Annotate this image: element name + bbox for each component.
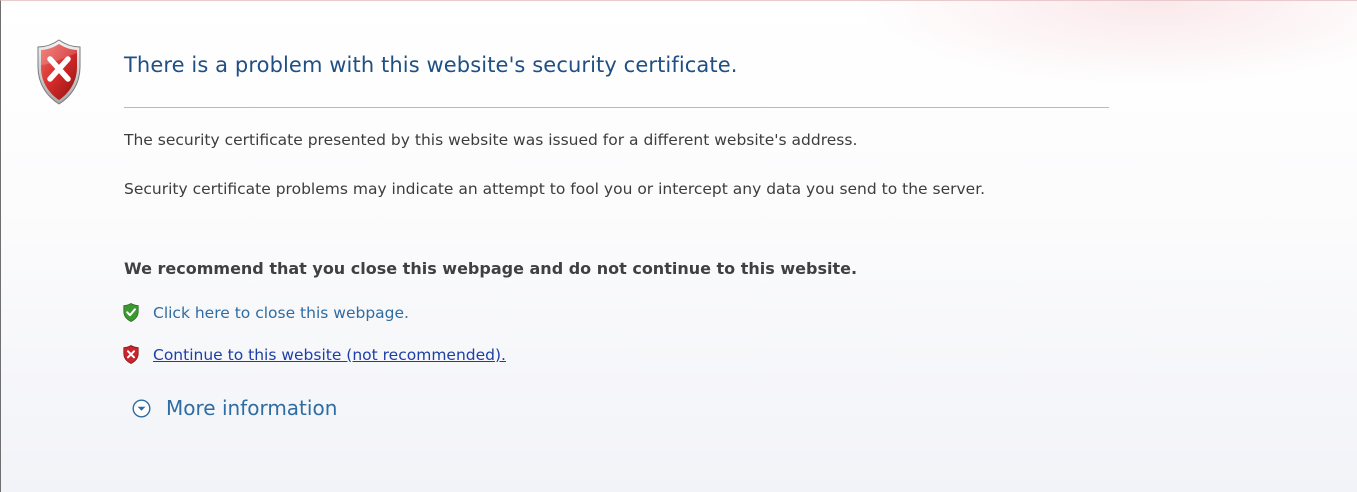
- chevron-down-circle-icon[interactable]: [132, 398, 151, 418]
- continue-website-row: Continue to this website (not recommende…: [123, 345, 506, 364]
- more-information-label[interactable]: More information: [166, 396, 337, 420]
- close-webpage-link[interactable]: Click here to close this webpage.: [153, 304, 409, 322]
- continue-to-website-link[interactable]: Continue to this website (not recommende…: [153, 346, 506, 364]
- error-description: The security certificate presented by th…: [124, 131, 858, 149]
- certificate-error-page: There is a problem with this website's s…: [0, 0, 1357, 492]
- shield-error-icon: [123, 345, 139, 364]
- more-information-toggle[interactable]: More information: [132, 396, 337, 420]
- security-warning-text: Security certificate problems may indica…: [124, 180, 986, 198]
- title-divider: [124, 107, 1109, 108]
- shield-check-icon: [123, 303, 139, 322]
- close-webpage-row: Click here to close this webpage.: [123, 303, 409, 322]
- page-title: There is a problem with this website's s…: [124, 53, 738, 77]
- recommendation-text: We recommend that you close this webpage…: [124, 259, 858, 278]
- shield-error-icon: [37, 39, 81, 105]
